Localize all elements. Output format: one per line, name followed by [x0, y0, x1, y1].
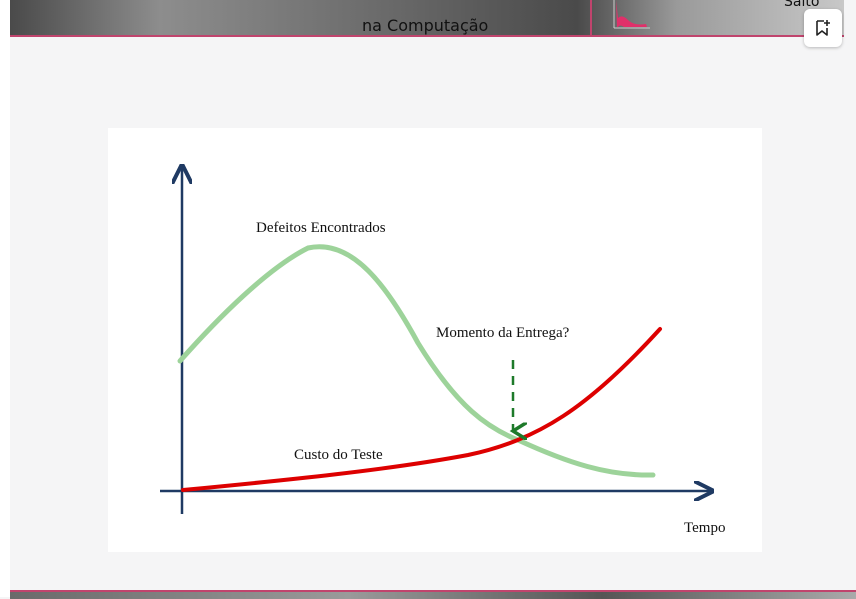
time-axis-label: Tempo — [684, 520, 725, 536]
delivery-label: Momento da Entrega? — [436, 325, 570, 341]
banner-divider — [590, 0, 592, 35]
defects-label: Defeitos Encontrados — [256, 220, 386, 236]
bottom-banner — [10, 590, 856, 599]
high-heel-icon — [613, 0, 650, 29]
bookmark-button[interactable] — [804, 9, 842, 47]
defects-cost-diagram: Defeitos Encontrados Momento da Entrega?… — [160, 128, 725, 536]
defects-curve — [177, 244, 656, 478]
cost-label: Custo do Teste — [294, 447, 383, 463]
bookmark-add-icon — [816, 20, 830, 36]
page-title: na Computação — [362, 16, 489, 35]
left-edge — [0, 0, 10, 597]
slide-canvas: Defeitos Encontrados Momento da Entrega?… — [108, 128, 762, 552]
